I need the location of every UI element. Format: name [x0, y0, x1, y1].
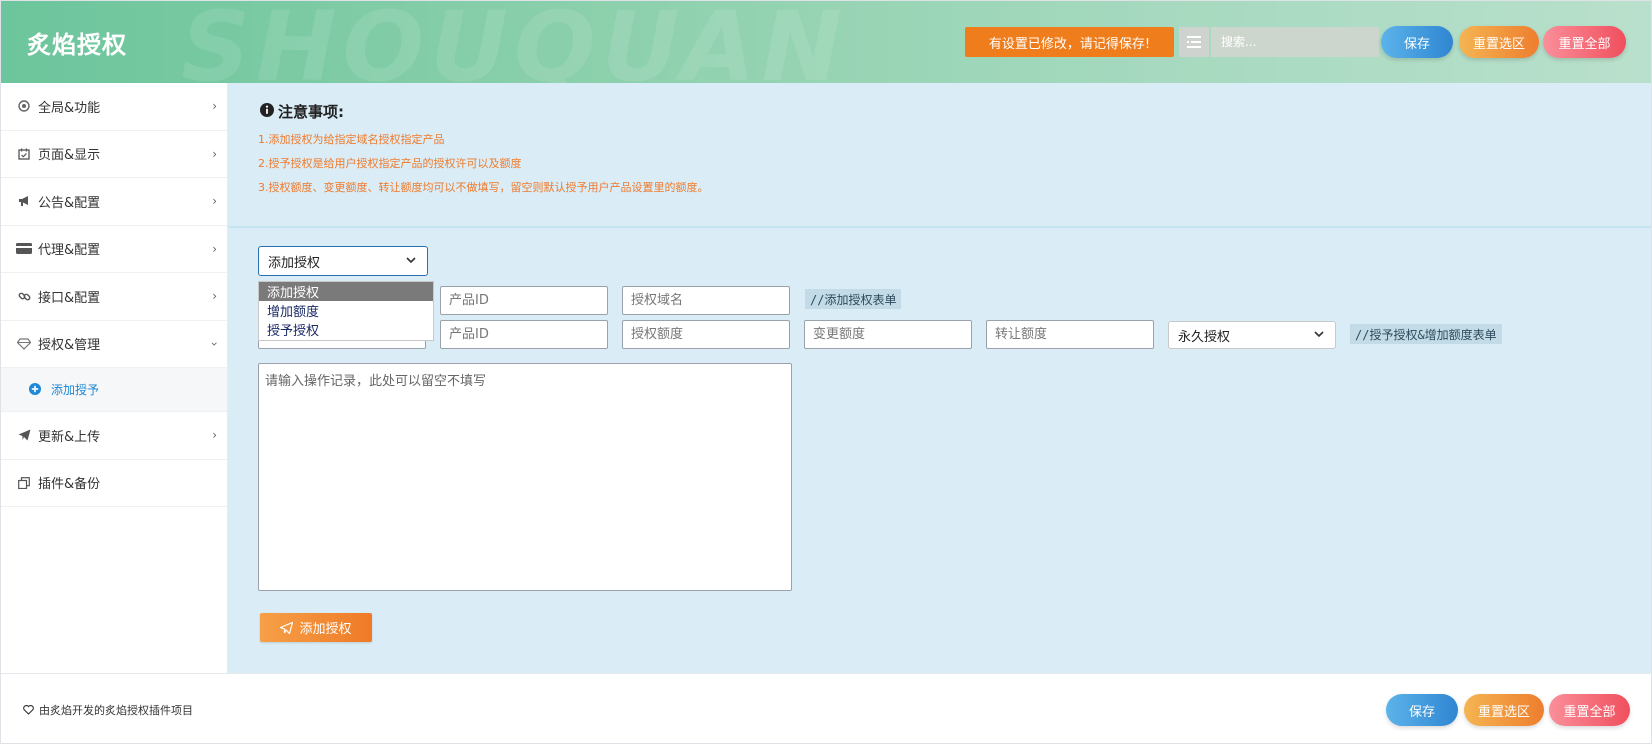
sidebar-subitem-add-grant[interactable]: 添加授予 — [1, 368, 227, 412]
sidebar-item-agent[interactable]: 代理&配置 › — [1, 226, 227, 273]
chevron-right-icon: › — [212, 289, 217, 304]
domain-input[interactable] — [622, 286, 790, 315]
paper-plane-icon — [280, 621, 294, 634]
top-header: SHOUQUAN 炙焰授权 有设置已修改，请记得保存! 保存 重置选区 重置全部 — [1, 1, 1651, 83]
paper-plane-icon — [16, 427, 32, 443]
sidebar-item-label: 全局&功能 — [38, 100, 101, 116]
dropdown-option[interactable]: 授予授权 — [259, 320, 433, 339]
notes-section: 注意事项: 1.添加授权为给指定域名授权指定产品 2.授予授权是给用户授权指定产… — [228, 83, 1651, 228]
sidebar-item-update[interactable]: 更新&上传 › — [1, 412, 227, 460]
dropdown-option[interactable]: 增加额度 — [259, 301, 433, 320]
sidebar-item-api[interactable]: 接口&配置 › — [1, 273, 227, 321]
sidebar-item-label: 代理&配置 — [38, 243, 101, 259]
brand-title: 炙焰授权 — [27, 31, 127, 59]
action-select-value: 添加授权 — [268, 255, 321, 271]
sidebar-item-plugin[interactable]: 插件&备份 — [1, 460, 227, 507]
grant-form-comment: //授予授权&增加额度表单 — [1350, 324, 1502, 344]
quota-input[interactable] — [622, 320, 790, 349]
duration-select-value: 永久授权 — [1178, 329, 1231, 345]
heart-icon — [23, 705, 34, 715]
main-panel: 注意事项: 1.添加授权为给指定域名授权指定产品 2.授予授权是给用户授权指定产… — [228, 83, 1651, 673]
info-icon — [260, 102, 274, 121]
sidebar-item-label: 公告&配置 — [38, 195, 101, 211]
sidebar-item-announcement[interactable]: 公告&配置 › — [1, 178, 227, 226]
calendar-check-icon — [16, 146, 32, 162]
footer-reset-section-button[interactable]: 重置选区 — [1464, 694, 1544, 726]
header-reset-all-button[interactable]: 重置全部 — [1543, 26, 1626, 58]
transfer-quota-input[interactable] — [986, 320, 1154, 349]
note-line-3: 3.授权额度、变更额度、转让额度均可以不做填写，留空则默认授予用户产品设置里的额… — [258, 181, 709, 194]
header-save-button[interactable]: 保存 — [1381, 26, 1453, 58]
product-id-input-add[interactable] — [440, 286, 608, 315]
bullhorn-icon — [16, 193, 32, 209]
app-window: SHOUQUAN 炙焰授权 有设置已修改，请记得保存! 保存 重置选区 重置全部… — [0, 0, 1652, 744]
footer-credit: 由炙焰开发的炙焰授权插件项目 — [23, 702, 193, 718]
chevron-right-icon: › — [212, 146, 217, 161]
sidebar-subitem-label: 添加授予 — [51, 383, 100, 397]
sidebar-item-license[interactable]: 授权&管理 › — [1, 321, 227, 368]
note-line-2: 2.授予授权是给用户授权指定产品的授权许可以及额度 — [258, 157, 522, 170]
gem-icon — [16, 336, 32, 352]
header-reset-section-button[interactable]: 重置选区 — [1459, 26, 1539, 58]
sidebar-item-page[interactable]: 页面&显示 › — [1, 131, 227, 178]
chevron-down-icon: › — [207, 341, 222, 347]
sidebar-item-label: 页面&显示 — [38, 148, 101, 164]
search-input[interactable] — [1211, 27, 1379, 57]
operation-log-textarea[interactable] — [258, 363, 792, 591]
footer-reset-all-button[interactable]: 重置全部 — [1549, 694, 1630, 726]
chevron-right-icon: › — [212, 241, 217, 256]
target-icon — [16, 98, 32, 114]
notes-title-text: 注意事项: — [278, 103, 344, 121]
link-icon — [16, 288, 32, 304]
header-watermark: SHOUQUAN — [181, 1, 848, 83]
copy-icon — [16, 475, 32, 491]
action-dropdown-list: 添加授权 增加额度 授予授权 — [258, 281, 434, 341]
sidebar: 全局&功能 › 页面&显示 › 公告&配置 › 代理&配置 › 接口&配置 › … — [1, 83, 228, 673]
note-line-1: 1.添加授权为给指定域名授权指定产品 — [258, 133, 445, 146]
list-icon[interactable] — [1179, 27, 1209, 57]
change-quota-input[interactable] — [804, 320, 972, 349]
sidebar-item-label: 授权&管理 — [38, 338, 101, 354]
chevron-right-icon: › — [212, 99, 217, 114]
sidebar-item-global[interactable]: 全局&功能 › — [1, 83, 227, 131]
sidebar-item-label: 更新&上传 — [38, 429, 101, 445]
chevron-right-icon: › — [212, 194, 217, 209]
chevron-down-icon — [1313, 328, 1325, 344]
sidebar-item-label: 插件&备份 — [38, 477, 101, 493]
add-form-comment: //添加授权表单 — [805, 289, 902, 309]
add-license-button-label: 添加授权 — [299, 622, 352, 637]
duration-select[interactable]: 永久授权 — [1168, 321, 1336, 349]
notes-title: 注意事项: — [260, 101, 344, 122]
chevron-down-icon — [405, 254, 417, 270]
unsaved-notice: 有设置已修改，请记得保存! — [965, 27, 1174, 57]
action-select[interactable]: 添加授权 — [258, 246, 428, 276]
credit-card-icon — [16, 241, 32, 257]
add-license-button[interactable]: 添加授权 — [260, 613, 372, 642]
footer: 由炙焰开发的炙焰授权插件项目 保存 重置选区 重置全部 — [1, 673, 1651, 743]
sidebar-item-label: 接口&配置 — [38, 290, 101, 306]
dropdown-option[interactable]: 添加授权 — [259, 282, 433, 301]
product-id-input-grant[interactable] — [440, 320, 608, 349]
plus-circle-icon — [29, 382, 43, 397]
footer-credit-text: 由炙焰开发的炙焰授权插件项目 — [39, 704, 193, 717]
footer-save-button[interactable]: 保存 — [1386, 694, 1458, 726]
chevron-right-icon: › — [212, 428, 217, 443]
